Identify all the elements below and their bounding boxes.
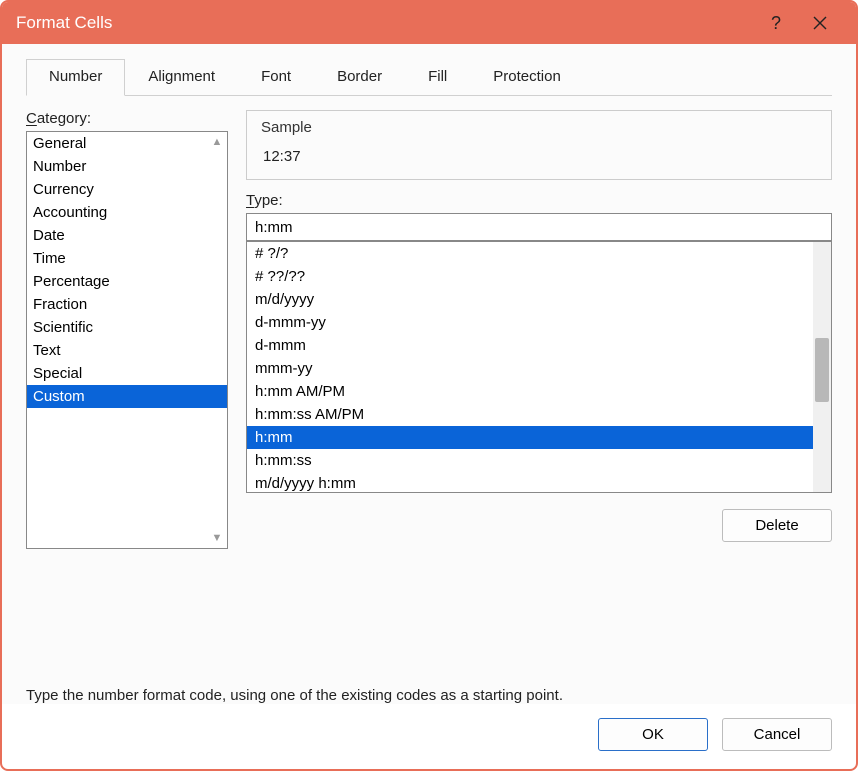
dialog-footer: OK Cancel (2, 704, 856, 769)
cancel-button[interactable]: Cancel (722, 718, 832, 751)
type-scrollbar[interactable] (813, 242, 831, 492)
category-item[interactable]: Accounting (27, 201, 227, 224)
tab-font[interactable]: Font (238, 59, 314, 96)
type-item[interactable]: d-mmm (247, 334, 813, 357)
tab-protection[interactable]: Protection (470, 59, 584, 96)
type-input[interactable] (246, 213, 832, 241)
category-item[interactable]: Fraction (27, 293, 227, 316)
sample-value: 12:37 (263, 148, 817, 165)
delete-button[interactable]: Delete (722, 509, 832, 542)
category-item[interactable]: Date (27, 224, 227, 247)
category-item[interactable]: Percentage (27, 270, 227, 293)
close-button[interactable] (798, 2, 842, 44)
category-item[interactable]: Time (27, 247, 227, 270)
type-item[interactable]: h:mm:ss AM/PM (247, 403, 813, 426)
sample-box: Sample 12:37 (246, 110, 832, 180)
scrollbar-thumb[interactable] (815, 338, 829, 402)
type-item[interactable]: # ?/? (247, 242, 813, 265)
tab-alignment[interactable]: Alignment (125, 59, 238, 96)
window-title: Format Cells (16, 13, 754, 33)
type-listbox[interactable]: # ?/?# ??/??m/d/yyyyd-mmm-yyd-mmmmmm-yyh… (246, 241, 832, 493)
type-label: Type: (246, 192, 832, 209)
type-item[interactable]: m/d/yyyy h:mm (247, 472, 813, 493)
type-item[interactable]: # ??/?? (247, 265, 813, 288)
tab-border[interactable]: Border (314, 59, 405, 96)
tab-number[interactable]: Number (26, 59, 125, 96)
scroll-down-icon[interactable]: ▼ (209, 532, 225, 544)
category-item[interactable]: Scientific (27, 316, 227, 339)
close-icon (813, 16, 827, 30)
type-item[interactable]: h:mm (247, 426, 813, 449)
ok-button[interactable]: OK (598, 718, 708, 751)
dialog-body: NumberAlignmentFontBorderFillProtection … (2, 44, 856, 704)
help-button[interactable]: ? (754, 2, 798, 44)
category-listbox[interactable]: GeneralNumberCurrencyAccountingDateTimeP… (26, 131, 228, 549)
category-item[interactable]: Text (27, 339, 227, 362)
format-cells-dialog: Format Cells ? NumberAlignmentFontBorder… (0, 0, 858, 771)
scroll-up-icon[interactable]: ▲ (209, 136, 225, 148)
type-item[interactable]: m/d/yyyy (247, 288, 813, 311)
category-item[interactable]: General (27, 132, 227, 155)
category-item[interactable]: Custom (27, 385, 227, 408)
category-label: Category: (26, 110, 228, 127)
type-item[interactable]: h:mm:ss (247, 449, 813, 472)
category-item[interactable]: Special (27, 362, 227, 385)
category-item[interactable]: Number (27, 155, 227, 178)
category-item[interactable]: Currency (27, 178, 227, 201)
type-item[interactable]: h:mm AM/PM (247, 380, 813, 403)
hint-text: Type the number format code, using one o… (26, 687, 832, 704)
titlebar: Format Cells ? (2, 2, 856, 44)
sample-label: Sample (261, 119, 817, 136)
type-item[interactable]: mmm-yy (247, 357, 813, 380)
category-scrollbar[interactable]: ▲ ▼ (209, 136, 225, 544)
type-item[interactable]: d-mmm-yy (247, 311, 813, 334)
tab-strip: NumberAlignmentFontBorderFillProtection (26, 58, 832, 96)
tab-fill[interactable]: Fill (405, 59, 470, 96)
